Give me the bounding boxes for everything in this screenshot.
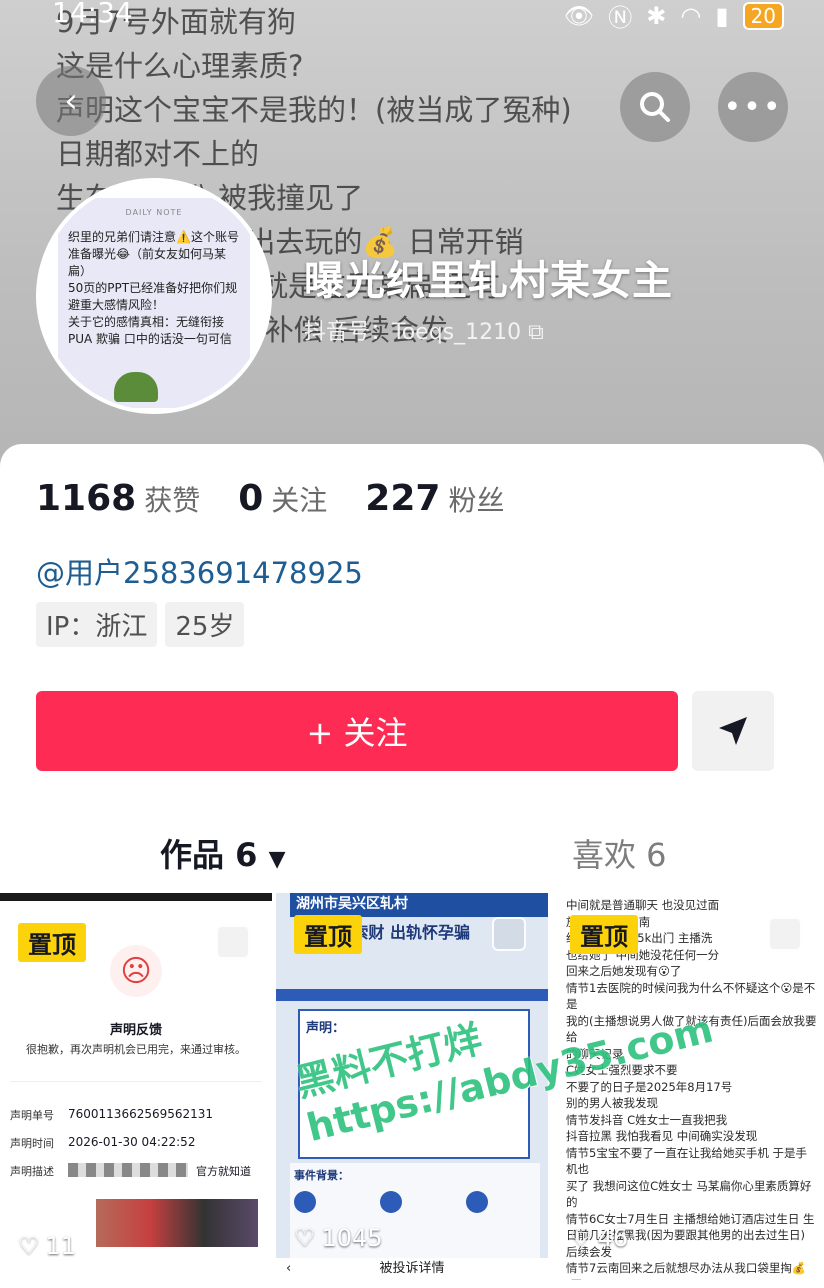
post3-line: 情节发抖音 C姓女士一直我把我 <box>566 1112 728 1127</box>
cover-text-line: 声明这个宝宝不是我的！(被当成了冤种) <box>56 93 572 127</box>
post1-likes: 11 <box>45 1232 77 1260</box>
battery-icon: 20 <box>742 1 784 30</box>
eye-icon: 👁 <box>563 1 595 30</box>
post1-title: 声明反馈 <box>109 1023 162 1038</box>
post3-line: 情节5宝宝不要了一直在让我给她买手机 于是手机也 <box>566 1145 807 1177</box>
age-tag: 25岁 <box>165 602 245 647</box>
select-checkbox[interactable] <box>216 925 250 959</box>
tab-works-label: 作品 6 <box>160 836 258 874</box>
tab-works[interactable]: 作品 6 ▼ <box>160 830 285 876</box>
frog-image <box>114 372 158 402</box>
post1-row-value: 官方就知道 <box>196 1165 251 1178</box>
post1-row-key: 声明描述 <box>10 1165 54 1178</box>
post-like-count: ♡ 46 <box>570 1224 628 1252</box>
event-marker <box>466 1191 488 1213</box>
chevron-left-icon: ‹ <box>64 81 78 121</box>
send-icon <box>719 717 747 745</box>
ip-tag: IP：浙江 <box>36 602 158 647</box>
post2-header: 湖州市吴兴区轧村 <box>290 893 548 917</box>
avatar-line: 50页的PPT已经准备好把你们规避重大感情风险！ <box>68 281 238 312</box>
likes-count: 1168 <box>36 478 137 519</box>
followers-count[interactable]: 227 <box>365 478 440 519</box>
blue-band <box>276 989 548 1001</box>
post3-line: 抖音拉黑 我怕我看见 中间确实没发现 <box>566 1129 758 1143</box>
profile-tags: IP：浙江 25岁 <box>36 602 245 647</box>
post-card-3[interactable]: 中间就是普通聊天 也没见过面放假 约我去云南给她的现💰1.5k出门 主播洗也给她… <box>552 893 824 1280</box>
status-bar: 14:34 👁 Ⓝ ✱ ◠ ▮ 20 <box>0 0 824 32</box>
post3-line: 中间就是普通聊天 也没见过面 <box>566 898 720 912</box>
nfc-icon: Ⓝ <box>608 4 633 32</box>
tab-likes[interactable]: 喜欢 6 <box>572 830 667 876</box>
douyin-id-text: 抖音号：Toeqs_1210 <box>304 320 522 345</box>
pinned-badge: 置顶 <box>294 915 362 954</box>
caret-down-icon: ▼ <box>268 847 286 872</box>
bluetooth-icon: ✱ <box>646 1 667 30</box>
thumbnail-photos <box>96 1199 258 1247</box>
send-message-button[interactable] <box>692 691 774 771</box>
more-button[interactable]: ••• <box>718 72 788 142</box>
profile-nickname: 曝光织里轧村某女主 <box>304 258 673 304</box>
douyin-id[interactable]: 抖音号：Toeqs_1210 ⧉ <box>304 314 544 346</box>
search-icon <box>640 92 670 122</box>
cover-text-line: 日期都对不上的 <box>56 137 260 171</box>
post1-row-value: 7600113662569562131 <box>68 1107 214 1121</box>
followers-label[interactable]: 粉丝 <box>448 479 504 519</box>
avatar-note: DAILY NOTE 织里的兄弟们请注意⚠️这个账号准备曝光😂（前女友如何马某扁… <box>58 198 250 408</box>
heart-icon: ♡ <box>294 1224 316 1252</box>
more-dots-icon: ••• <box>723 89 783 125</box>
avatar-line: 织里的兄弟们请注意⚠️这个账号准备曝光😂（前女友如何马某扁） <box>68 230 239 278</box>
post-like-count: ♡ 11 <box>18 1232 76 1260</box>
signal-icon: ▮ <box>715 1 729 30</box>
select-checkbox[interactable] <box>492 917 526 951</box>
sad-face-icon: ☹ <box>110 945 162 997</box>
pinned-badge: 置顶 <box>18 923 86 962</box>
event-marker <box>380 1191 402 1213</box>
event-marker <box>294 1191 316 1213</box>
post2-likes: 1045 <box>321 1224 383 1252</box>
cover-text-line: 这是什么心理素质? <box>56 49 304 83</box>
likes-label: 获赞 <box>144 484 201 517</box>
select-checkbox[interactable] <box>768 917 802 951</box>
pinned-badge: 置顶 <box>570 915 638 954</box>
avatar[interactable]: DAILY NOTE 织里的兄弟们请注意⚠️这个账号准备曝光😂（前女友如何马某扁… <box>36 178 272 414</box>
post3-likes: 46 <box>597 1224 629 1252</box>
profile-stats: 1168 获赞 0 关注 227 粉丝 <box>36 478 542 519</box>
search-button[interactable] <box>620 72 690 142</box>
copy-icon[interactable]: ⧉ <box>528 320 544 345</box>
wifi-icon: ◠ <box>680 1 702 30</box>
post1-row-value: 2026-01-30 04:22:52 <box>68 1135 196 1149</box>
profile-header-cover: 9月7号外面就有狗 这是什么心理素质? 声明这个宝宝不是我的！(被当成了冤种) 日期都… <box>0 0 824 470</box>
post-like-count: ♡ 1045 <box>294 1224 383 1252</box>
status-time: 14:34 <box>52 0 133 29</box>
back-button[interactable]: ‹ <box>36 66 106 136</box>
avatar-note-header: DAILY NOTE <box>125 208 183 217</box>
complaint-details-bar[interactable]: ‹ 被投诉详情 <box>276 1258 548 1280</box>
divider <box>10 1081 262 1082</box>
post3-line: 买了 我想问这位C姓女士 马某扁你心里素质算好的 <box>566 1178 812 1210</box>
post1-row-key: 声明时间 <box>10 1137 54 1150</box>
post-card-1[interactable]: ☹ 声明反馈 很抱歉，再次声明机会已用完，来通过审核。 声明单号 7600113… <box>0 893 272 1288</box>
post1-subtitle: 很抱歉，再次声明机会已用完，来通过审核。 <box>26 1043 246 1056</box>
complaint-details-label: 被投诉详情 <box>379 1261 445 1276</box>
following-label[interactable]: 关注 <box>271 479 327 519</box>
heart-icon: ♡ <box>570 1224 592 1252</box>
heart-icon: ♡ <box>18 1232 40 1260</box>
mosaic-redaction <box>68 1163 188 1177</box>
post3-text: 中间就是普通聊天 也没见过面放假 约我去云南给她的现💰1.5k出门 主播洗也给她… <box>566 897 818 1280</box>
status-icons: 👁 Ⓝ ✱ ◠ ▮ 20 <box>564 0 784 33</box>
following-count[interactable]: 0 <box>238 478 263 519</box>
chevron-left-icon[interactable]: ‹ <box>286 1258 291 1280</box>
post3-line: 别的男人被我发现 <box>566 1096 658 1110</box>
post1-row-key: 声明单号 <box>10 1109 54 1122</box>
post3-line: 情节7云南回来之后就想尽办法从我口袋里掏💰(恶 <box>566 1261 807 1280</box>
post2-events-title: 事件背景： <box>294 1169 349 1182</box>
follow-button[interactable]: + 关注 <box>36 691 678 771</box>
avatar-line: 关于它的感情真相：无缝衔接PUA 欺骗 口中的话没一句可信 <box>68 315 232 346</box>
user-mention-link[interactable]: @用户2583691478925 <box>36 550 363 592</box>
post3-line: 不要了的日子是2025年8月17号 <box>566 1079 733 1094</box>
